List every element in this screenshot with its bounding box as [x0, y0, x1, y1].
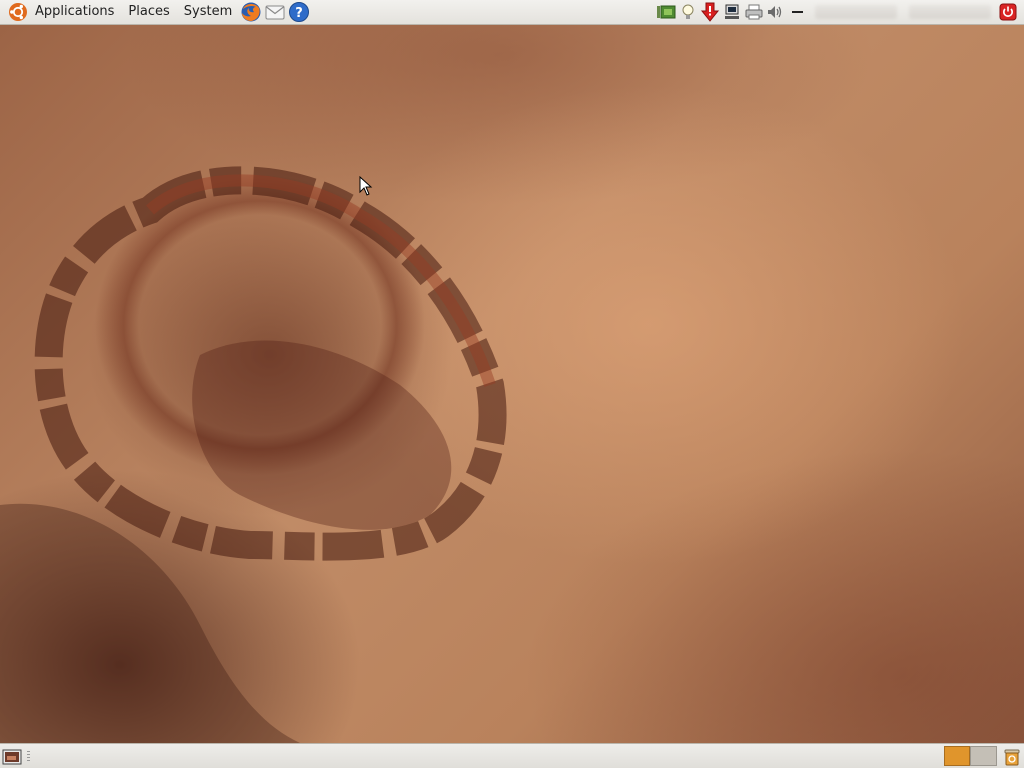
panel-handle[interactable]	[27, 751, 30, 762]
show-desktop-icon[interactable]	[2, 747, 22, 766]
desktop-wallpaper[interactable]	[0, 25, 1024, 743]
screen: Applications Places System ?	[0, 0, 1024, 768]
trash-icon[interactable]	[1002, 746, 1022, 767]
wallpaper-art	[0, 166, 507, 743]
volume-icon[interactable]	[766, 2, 786, 22]
menu-system[interactable]: System	[177, 0, 239, 24]
network-manager-icon[interactable]	[656, 2, 676, 22]
user-switcher-blurred[interactable]	[909, 5, 991, 19]
menu-applications[interactable]: Applications	[28, 0, 121, 24]
power-icon[interactable]	[998, 2, 1018, 22]
help-icon[interactable]: ?	[288, 1, 310, 23]
mouse-cursor-icon	[359, 175, 373, 196]
workspace-2[interactable]	[970, 746, 997, 766]
network-icon[interactable]	[722, 2, 742, 22]
mail-icon[interactable]	[264, 1, 286, 23]
workspace-1[interactable]	[944, 746, 970, 766]
menu-places[interactable]: Places	[121, 0, 176, 24]
system-tray	[655, 0, 1024, 24]
update-notifier-icon[interactable]	[700, 2, 720, 22]
clock-blurred[interactable]	[815, 5, 897, 19]
ubuntu-logo-icon[interactable]	[8, 2, 28, 22]
bottom-panel	[0, 743, 1024, 768]
bulb-icon[interactable]	[678, 2, 698, 22]
separator-dash-icon	[788, 2, 808, 22]
firefox-icon[interactable]	[240, 1, 262, 23]
top-panel: Applications Places System ?	[0, 0, 1024, 25]
printer-icon[interactable]	[744, 2, 764, 22]
svg-text:?: ?	[295, 6, 303, 21]
